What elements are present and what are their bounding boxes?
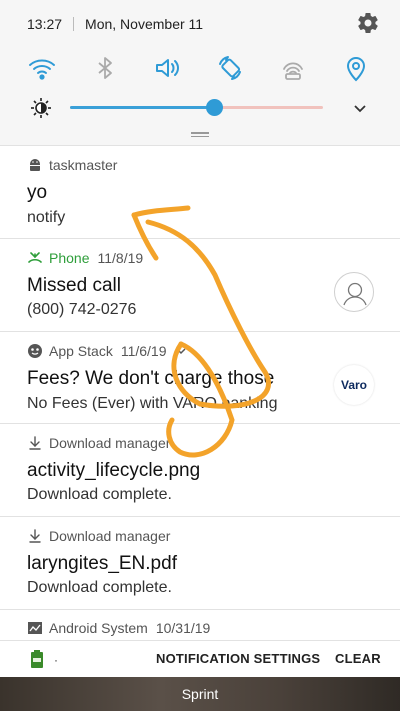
notification-title: yo	[27, 182, 48, 203]
auto-rotate-icon[interactable]	[214, 52, 246, 84]
brightness-slider-fill	[70, 106, 215, 109]
settings-gear-icon[interactable]	[356, 11, 380, 35]
notification-text: Download complete.	[27, 486, 172, 503]
chevron-down-icon[interactable]	[350, 98, 370, 118]
notification-card[interactable]: Android System 10/31/19	[0, 609, 400, 640]
app-name: Android System	[49, 620, 148, 636]
notification-header: App Stack 11/6/19	[27, 342, 195, 360]
brightness-slider-knob[interactable]	[206, 99, 224, 116]
android-icon	[27, 157, 43, 173]
notification-card[interactable]: taskmaster yo notify	[0, 145, 400, 238]
download-icon	[27, 528, 43, 544]
status-header: 13:27 Mon, November 11	[27, 11, 384, 35]
notification-card[interactable]: Download manager laryngites_EN.pdf Downl…	[0, 516, 400, 609]
notification-text: No Fees (Ever) with VARO banking	[27, 395, 278, 412]
wifi-icon[interactable]	[26, 52, 58, 84]
notification-time: 11/6/19	[120, 343, 167, 359]
notification-header: taskmaster	[27, 156, 117, 174]
notification-title: laryngites_EN.pdf	[27, 553, 177, 574]
notification-title: Fees? We don't charge those	[27, 368, 275, 389]
contact-avatar	[334, 272, 374, 312]
notification-header: Download manager	[27, 434, 170, 452]
carrier-label: Sprint	[0, 677, 400, 711]
missed-call-icon	[27, 250, 43, 266]
clear-button[interactable]: CLEAR	[335, 651, 381, 666]
system-chart-icon	[27, 620, 43, 636]
location-icon[interactable]	[340, 52, 372, 84]
app-name: Download manager	[49, 528, 171, 544]
notification-header: Phone 11/8/19	[27, 249, 143, 267]
notification-title: Missed call	[27, 275, 121, 296]
notification-card[interactable]: App Stack 11/6/19 Fees? We don't charge …	[0, 331, 400, 423]
notification-title: activity_lifecycle.png	[27, 460, 201, 481]
notification-text: (800) 742-0276	[27, 301, 137, 318]
notification-action-bar: · NOTIFICATION SETTINGS CLEAR	[0, 640, 400, 677]
notification-card[interactable]: Phone 11/8/19 Missed call (800) 742-0276	[0, 238, 400, 331]
app-stack-icon	[27, 343, 43, 359]
notification-header: Download manager	[27, 527, 170, 545]
status-dot: ·	[54, 653, 58, 667]
varo-logo: Varo	[334, 365, 374, 405]
panel-drag-handle[interactable]	[191, 132, 209, 137]
quick-toggle-row	[0, 52, 400, 84]
app-name: App Stack	[49, 343, 113, 359]
download-icon	[27, 435, 43, 451]
notification-card[interactable]: Download manager activity_lifecycle.png …	[0, 423, 400, 516]
quick-settings-panel: 13:27 Mon, November 11	[0, 0, 400, 145]
app-name: Phone	[49, 250, 90, 266]
notification-text: notify	[27, 209, 66, 226]
app-name: taskmaster	[49, 157, 118, 173]
clock: 13:27	[27, 16, 63, 32]
notification-settings-button[interactable]: NOTIFICATION SETTINGS	[156, 651, 320, 666]
sound-icon[interactable]	[152, 52, 184, 84]
battery-icon	[30, 650, 44, 668]
brightness-slider[interactable]	[70, 99, 323, 116]
date: Mon, November 11	[85, 16, 204, 32]
divider	[73, 17, 75, 31]
brightness-icon	[30, 97, 52, 119]
mobile-hotspot-icon[interactable]	[277, 52, 309, 84]
notification-time: 11/8/19	[97, 250, 144, 266]
bluetooth-icon[interactable]	[89, 52, 121, 84]
notification-header: Android System 10/31/19	[27, 619, 210, 637]
app-name: Download manager	[49, 435, 171, 451]
notification-time: 10/31/19	[155, 620, 211, 636]
brightness-row	[0, 94, 400, 122]
notification-text: Download complete.	[27, 579, 172, 596]
chevron-down-icon[interactable]	[173, 343, 189, 359]
